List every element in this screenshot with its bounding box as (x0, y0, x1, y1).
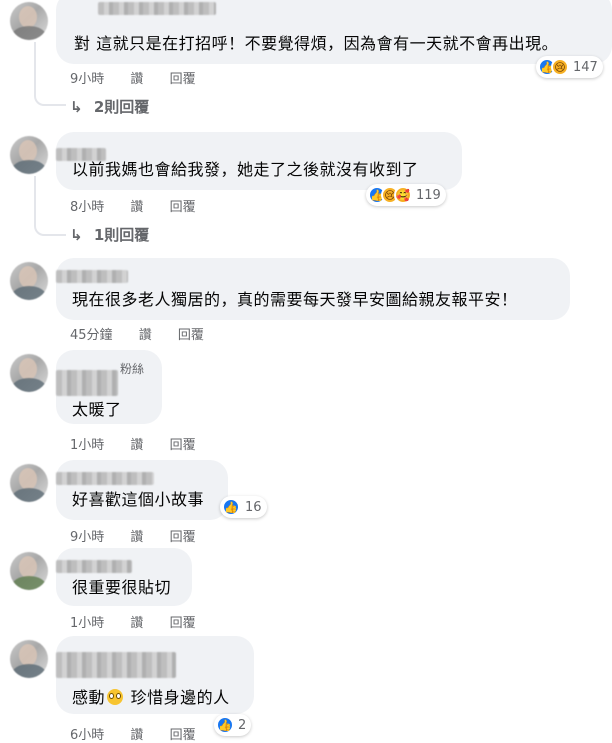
author-name-redacted[interactable] (56, 652, 176, 678)
comment-text: 現在很多老人獨居的，真的需要每天發早安圖給親友報平安！ (72, 290, 518, 309)
view-replies-link[interactable]: ↳ 1則回覆 (70, 224, 149, 245)
reply-button[interactable]: 回覆 (170, 438, 196, 453)
reaction-count: 2 (238, 717, 247, 733)
thread-connector (34, 176, 66, 236)
reaction-summary[interactable]: 👍 😢 🥰 119 (366, 184, 446, 206)
thumbs-up-icon: 👍 (222, 498, 240, 516)
timestamp[interactable]: 8小時 (70, 200, 104, 215)
reply-button[interactable]: 回覆 (170, 728, 196, 743)
avatar[interactable] (10, 136, 48, 174)
comment-bubble: 對 這就只是在打招呼！不要覺得煩，因為會有一天就不會再出現。 (56, 0, 612, 64)
fan-badge: 粉絲 (120, 362, 145, 376)
comment-meta: 8小時 讚 回覆 (70, 196, 218, 215)
timestamp[interactable]: 45分鐘 (70, 328, 113, 343)
like-button[interactable]: 讚 (130, 728, 143, 743)
timestamp[interactable]: 1小時 (70, 438, 104, 453)
comment-text: 感動 珍惜身邊的人 (72, 688, 230, 707)
avatar[interactable] (10, 262, 48, 300)
pleading-face-icon (107, 689, 124, 705)
comment-meta: 9小時 讚 回覆 (70, 526, 218, 545)
reply-button[interactable]: 回覆 (170, 200, 196, 215)
timestamp[interactable]: 6小時 (70, 728, 104, 743)
author-name-redacted[interactable] (98, 2, 216, 15)
author-name-redacted[interactable] (56, 370, 118, 396)
timestamp[interactable]: 9小時 (70, 530, 104, 545)
reply-button[interactable]: 回覆 (170, 72, 196, 87)
reaction-summary[interactable]: 👍 😢 147 (536, 56, 603, 78)
like-button[interactable]: 讚 (130, 438, 143, 453)
comment-text: 以前我媽也會給我發，她走了之後就沒有收到了 (72, 160, 419, 179)
comment-text: 好喜歡這個小故事 (72, 490, 205, 509)
like-button[interactable]: 讚 (130, 72, 143, 87)
comment-bubble: 粉絲 太暖了 (56, 350, 162, 424)
reaction-summary[interactable]: 👍 16 (220, 496, 267, 518)
comment-bubble: 現在很多老人獨居的，真的需要每天發早安圖給親友報平安！ (56, 258, 570, 320)
reply-arrow-icon: ↳ (70, 98, 83, 116)
comment-bubble: 以前我媽也會給我發，她走了之後就沒有收到了 (56, 132, 462, 190)
comment-meta: 6小時 讚 回覆 (70, 724, 218, 743)
reply-button[interactable]: 回覆 (178, 328, 204, 343)
sad-face-icon: 😢 (551, 58, 569, 76)
avatar[interactable] (10, 552, 48, 590)
comment-meta: 1小時 讚 回覆 (70, 434, 218, 453)
like-button[interactable]: 讚 (130, 530, 143, 545)
reply-button[interactable]: 回覆 (170, 616, 196, 631)
comment-text: 很重要很貼切 (72, 578, 172, 597)
like-button[interactable]: 讚 (130, 200, 143, 215)
comment-bubble: 感動 珍惜身邊的人 (56, 636, 254, 714)
author-name-redacted[interactable] (56, 472, 154, 485)
reply-button[interactable]: 回覆 (170, 530, 196, 545)
timestamp[interactable]: 9小時 (70, 72, 104, 87)
avatar[interactable] (10, 640, 48, 678)
comment-meta: 45分鐘 讚 回覆 (70, 324, 226, 343)
reaction-count: 147 (573, 59, 598, 75)
reaction-count: 16 (245, 499, 262, 515)
author-name-redacted[interactable] (56, 270, 128, 283)
thread-connector (34, 42, 66, 106)
like-button[interactable]: 讚 (130, 616, 143, 631)
comment-meta: 9小時 讚 回覆 (70, 68, 218, 87)
avatar[interactable] (10, 354, 48, 392)
timestamp[interactable]: 1小時 (70, 616, 104, 631)
reply-arrow-icon: ↳ (70, 226, 83, 244)
author-name-redacted[interactable] (56, 560, 132, 573)
reaction-count: 119 (416, 187, 441, 203)
view-replies-link[interactable]: ↳ 2則回覆 (70, 96, 149, 117)
avatar[interactable] (10, 464, 48, 502)
avatar[interactable] (10, 2, 48, 40)
comment-bubble: 好喜歡這個小故事 (56, 460, 228, 520)
comment-bubble: 很重要很貼切 (56, 548, 192, 606)
care-face-icon: 🥰 (394, 186, 412, 204)
comment-meta: 1小時 讚 回覆 (70, 612, 218, 631)
comment-text: 太暖了 (72, 400, 122, 419)
reaction-summary[interactable]: 👍 2 (214, 714, 252, 736)
thumbs-up-icon: 👍 (216, 716, 234, 734)
like-button[interactable]: 讚 (139, 328, 152, 343)
comment-text: 對 這就只是在打招呼！不要覺得煩，因為會有一天就不會再出現。 (74, 34, 559, 53)
